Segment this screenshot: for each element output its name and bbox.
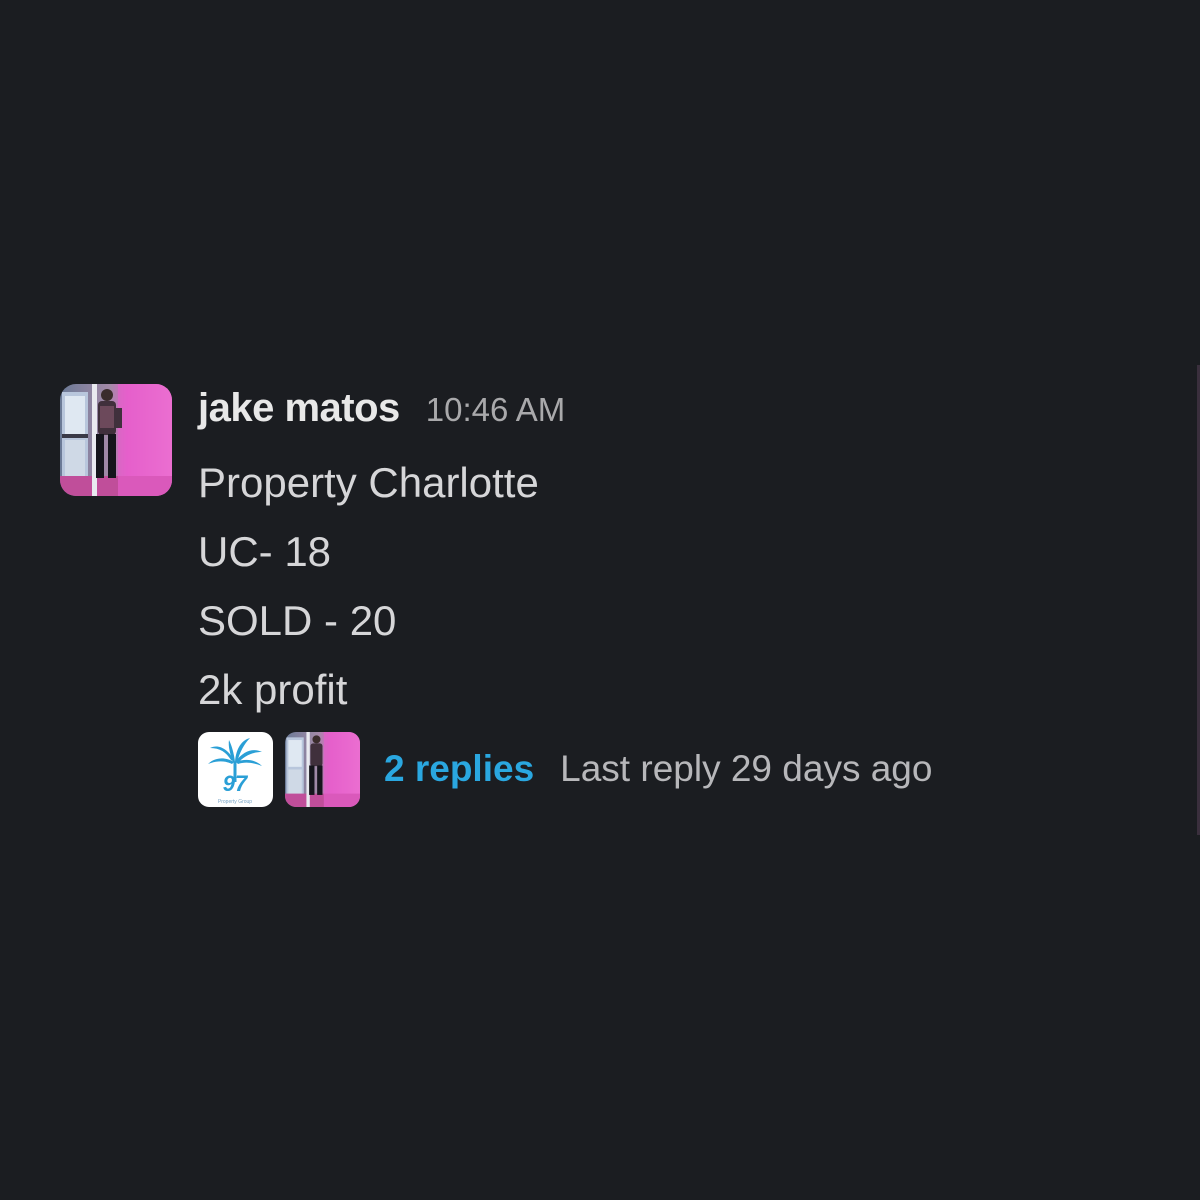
participant-avatar-user bbox=[285, 731, 360, 807]
message-line: SOLD - 20 bbox=[198, 597, 397, 644]
message-line: Property Charlotte bbox=[198, 459, 539, 506]
message-timestamp[interactable]: 10:46 AM bbox=[426, 391, 565, 429]
replies-link[interactable]: 2 replies bbox=[384, 748, 534, 790]
logo-caption: Property Group bbox=[218, 799, 252, 805]
sender-name[interactable]: jake matos bbox=[198, 386, 400, 431]
message-content: jake matos 10:46 AM Property Charlotte U… bbox=[198, 384, 1148, 807]
thread-summary[interactable]: 97 Property Group 2 replies Last reply 2… bbox=[198, 731, 932, 807]
participant-avatar-logo: 97 Property Group bbox=[198, 731, 273, 807]
message-line: UC- 18 bbox=[198, 528, 332, 575]
message-body: Property Charlotte UC- 18 SOLD - 20 2k p… bbox=[198, 448, 1148, 724]
last-reply-text: Last reply 29 days ago bbox=[560, 748, 933, 789]
sender-avatar[interactable] bbox=[60, 384, 172, 496]
logo-number: 97 bbox=[223, 771, 249, 796]
message-line: 2k profit bbox=[198, 666, 348, 713]
message-header: jake matos 10:46 AM bbox=[198, 384, 1148, 438]
message-pane: jake matos 10:46 AM Property Charlotte U… bbox=[0, 0, 1200, 1200]
